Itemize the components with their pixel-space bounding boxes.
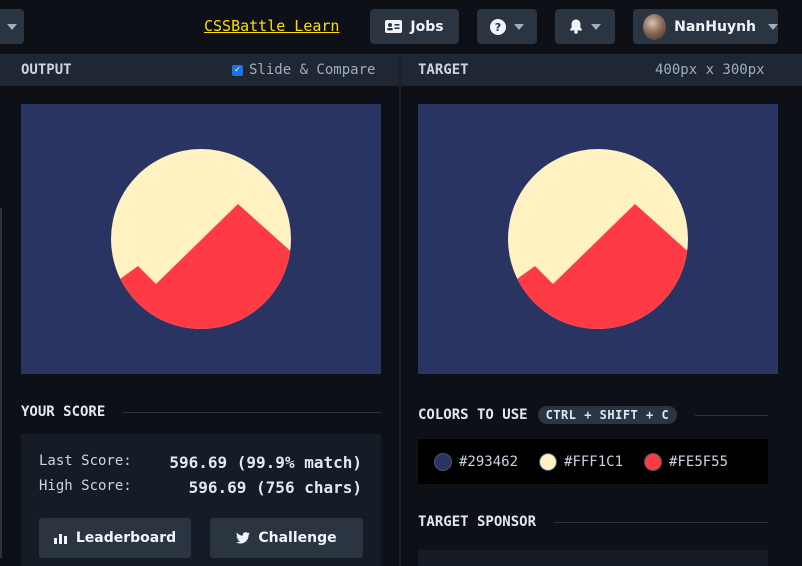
avatar <box>643 13 667 40</box>
color-hex: #FFF1C1 <box>564 453 624 470</box>
target-preview-canvas <box>418 104 778 374</box>
help-menu-button[interactable]: ? <box>477 9 537 44</box>
question-circle-icon: ? <box>490 18 506 35</box>
high-score-value: 596.69 (756 chars) <box>188 478 362 497</box>
section-rule <box>554 521 768 523</box>
target-dimensions: 400px x 300px <box>655 62 765 78</box>
jobs-label: Jobs <box>410 18 444 35</box>
section-rule <box>123 411 381 413</box>
sponsor-card <box>418 550 768 566</box>
top-navigation-bar: CSSBattle Learn Jobs ? NanHuynh <box>0 0 802 54</box>
section-rule <box>695 414 768 416</box>
username-label: NanHuynh <box>674 18 756 35</box>
bar-chart-icon <box>53 534 67 544</box>
color-swatch[interactable]: #FE5F55 <box>644 452 729 471</box>
leaderboard-button[interactable]: Leaderboard <box>39 518 191 558</box>
output-title: OUTPUT <box>21 62 72 78</box>
chevron-down-icon <box>591 23 601 30</box>
output-artwork <box>111 149 291 329</box>
color-dot <box>539 452 558 471</box>
panel-divider[interactable] <box>399 54 401 566</box>
bell-icon <box>570 19 582 34</box>
color-hex: #293462 <box>459 453 519 470</box>
color-swatch[interactable]: #293462 <box>434 452 519 471</box>
svg-text:?: ? <box>495 21 501 34</box>
leaderboard-label: Leaderboard <box>75 530 177 546</box>
colors-heading: COLORS TO USE CTRL + SHIFT + C <box>418 406 768 424</box>
color-dot <box>644 452 663 471</box>
output-preview-canvas[interactable] <box>21 104 381 374</box>
chevron-down-icon <box>514 23 524 30</box>
jobs-button[interactable]: Jobs <box>370 9 459 44</box>
challenge-label: Challenge <box>258 530 337 546</box>
notifications-button[interactable] <box>555 9 615 44</box>
target-title: TARGET <box>418 62 469 78</box>
challenge-button[interactable]: Challenge <box>210 518 363 558</box>
color-palette: #293462 #FFF1C1 #FE5F55 <box>418 439 768 484</box>
left-dropdown-button[interactable] <box>0 9 24 44</box>
target-sponsor-title: TARGET SPONSOR <box>418 514 537 530</box>
your-score-heading: YOUR SCORE <box>21 404 381 420</box>
your-score-title: YOUR SCORE <box>21 404 106 420</box>
high-score-label: High Score: <box>39 478 132 494</box>
color-dot <box>434 452 452 471</box>
chevron-down-icon <box>768 23 778 30</box>
left-scroll-track[interactable] <box>0 208 2 558</box>
target-sponsor-heading: TARGET SPONSOR <box>418 514 768 530</box>
chevron-down-icon <box>7 23 17 30</box>
colors-shortcut-badge: CTRL + SHIFT + C <box>537 406 678 424</box>
last-score-label: Last Score: <box>39 453 132 469</box>
cssbattle-learn-link[interactable]: CSSBattle Learn <box>204 17 339 35</box>
user-menu-button[interactable]: NanHuynh <box>633 9 778 44</box>
slide-compare-toggle[interactable]: ✓ Slide & Compare <box>232 62 375 78</box>
last-score-value: 596.69 (99.9% match) <box>169 453 362 472</box>
color-hex: #FE5F55 <box>669 453 729 470</box>
id-card-icon <box>385 20 403 33</box>
checkbox-checked-icon[interactable]: ✓ <box>232 64 243 76</box>
colors-title: COLORS TO USE <box>418 407 528 423</box>
twitter-icon <box>236 532 251 544</box>
slide-compare-label: Slide & Compare <box>249 62 376 78</box>
color-swatch[interactable]: #FFF1C1 <box>539 452 624 471</box>
target-artwork <box>508 149 688 329</box>
